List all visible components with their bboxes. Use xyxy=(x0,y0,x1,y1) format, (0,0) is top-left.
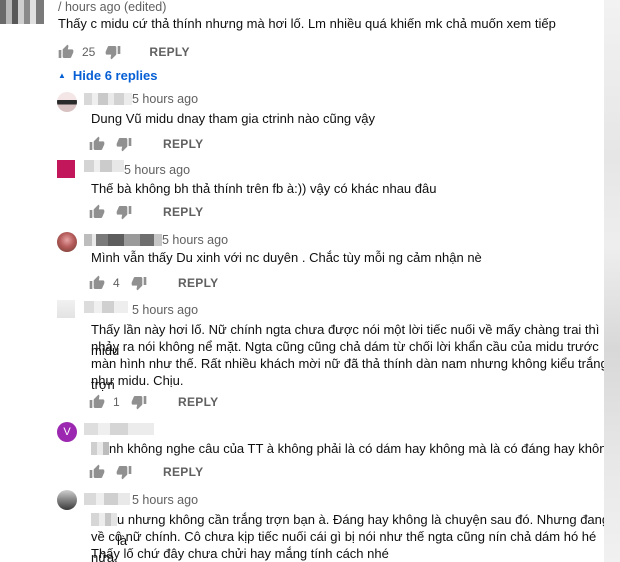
reply-timestamp[interactable]: 5 hours ago xyxy=(162,233,228,247)
reply-actions: REPLY xyxy=(89,202,203,222)
reply-item: 5 hours ago Mình vẫn thấy Du xinh với nc… xyxy=(0,230,620,294)
thumbs-down-icon[interactable] xyxy=(116,464,132,480)
reply-avatar[interactable] xyxy=(57,490,77,510)
blurred-username[interactable] xyxy=(84,93,132,105)
thumbs-up-icon[interactable] xyxy=(58,44,74,60)
reply-text-line: như midu. Chịu. xyxy=(91,373,184,388)
reply-text-line: Thấy lố chứ đây chưa chửi hay mắng tính … xyxy=(91,546,389,561)
like-count: 25 xyxy=(82,45,96,59)
reply-text: Dung Vũ midu dnay tham gia ctrinh nào cũ… xyxy=(91,111,376,126)
reply-timestamp[interactable]: 5 hours ago xyxy=(132,303,198,317)
reply-actions: 1 REPLY xyxy=(89,392,218,412)
thumbs-up-icon[interactable] xyxy=(89,464,105,480)
blurred-username[interactable] xyxy=(84,423,154,435)
reply-item: 5 hours ago Thế bà không bh thả thính tr… xyxy=(0,158,620,230)
reply-avatar[interactable]: V xyxy=(57,422,77,442)
commenter-avatar-blurred[interactable] xyxy=(0,0,44,24)
reply-actions: REPLY xyxy=(89,134,203,154)
reply-timestamp[interactable]: 5 hours ago xyxy=(132,493,198,507)
reply-avatar[interactable] xyxy=(57,300,75,318)
like-count: 4 xyxy=(113,276,120,290)
reply-timestamp[interactable]: 5 hours ago xyxy=(132,92,198,106)
comment-text: Thấy c midu cứ thả thính nhưng mà hơi lố… xyxy=(58,16,556,31)
reply-timestamp[interactable]: 5 hours ago xyxy=(124,163,190,177)
blurred-username[interactable] xyxy=(84,234,162,246)
reply-text: nh không nghe câu của TT à không phải là… xyxy=(109,441,614,456)
top-comment: / hours ago (edited) Thấy c midu cứ thả … xyxy=(0,0,620,66)
reply-avatar[interactable] xyxy=(57,232,77,252)
reply-button[interactable]: REPLY xyxy=(178,276,218,290)
thumbs-down-icon[interactable] xyxy=(116,136,132,152)
reply-avatar[interactable] xyxy=(57,92,77,112)
comment-timestamp[interactable]: / hours ago (edited) xyxy=(58,0,166,14)
reply-item: V nh không nghe câu của TT à không phải … xyxy=(0,420,620,486)
hide-replies-toggle[interactable]: ▲ Hide 6 replies xyxy=(58,66,157,84)
blurred-username[interactable] xyxy=(84,160,124,172)
thumbs-up-icon[interactable] xyxy=(89,275,105,291)
reply-button[interactable]: REPLY xyxy=(163,465,203,479)
comment-actions: 25 REPLY xyxy=(58,42,190,62)
thumbs-up-icon[interactable] xyxy=(89,394,105,410)
blurred-mention xyxy=(91,442,109,455)
blurred-mention xyxy=(91,513,117,526)
avatar-letter: V xyxy=(63,426,71,438)
thumbs-down-icon[interactable] xyxy=(105,44,121,60)
reply-text: Mình vẫn thấy Du xinh với nc duyên . Chắ… xyxy=(91,250,482,265)
reply-button[interactable]: REPLY xyxy=(149,45,189,59)
reply-text: Thế bà không bh thả thính trên fb à:)) v… xyxy=(91,181,437,196)
reply-item: 5 hours ago Thấy lần này hơi lố. Nữ chín… xyxy=(0,298,620,416)
reply-avatar[interactable] xyxy=(57,160,75,178)
thumbs-down-icon[interactable] xyxy=(116,204,132,220)
thumbs-down-icon[interactable] xyxy=(131,394,147,410)
reply-button[interactable]: REPLY xyxy=(163,205,203,219)
thumbs-down-icon[interactable] xyxy=(131,275,147,291)
scrollbar-track[interactable] xyxy=(604,0,620,562)
reply-actions: REPLY xyxy=(89,462,203,482)
hide-replies-label: Hide 6 replies xyxy=(72,67,158,83)
thumbs-up-icon[interactable] xyxy=(89,204,105,220)
blurred-username[interactable] xyxy=(84,301,128,313)
thumbs-up-icon[interactable] xyxy=(89,136,105,152)
caret-up-icon: ▲ xyxy=(58,70,66,80)
reply-item: 5 hours ago u nhưng không cần trắng trợn… xyxy=(0,488,620,562)
blurred-username[interactable] xyxy=(84,493,130,505)
reply-actions: 4 REPLY xyxy=(89,273,218,293)
reply-button[interactable]: REPLY xyxy=(178,395,218,409)
like-count: 1 xyxy=(113,395,120,409)
reply-item: 5 hours ago Dung Vũ midu dnay tham gia c… xyxy=(0,88,620,158)
reply-button[interactable]: REPLY xyxy=(163,137,203,151)
